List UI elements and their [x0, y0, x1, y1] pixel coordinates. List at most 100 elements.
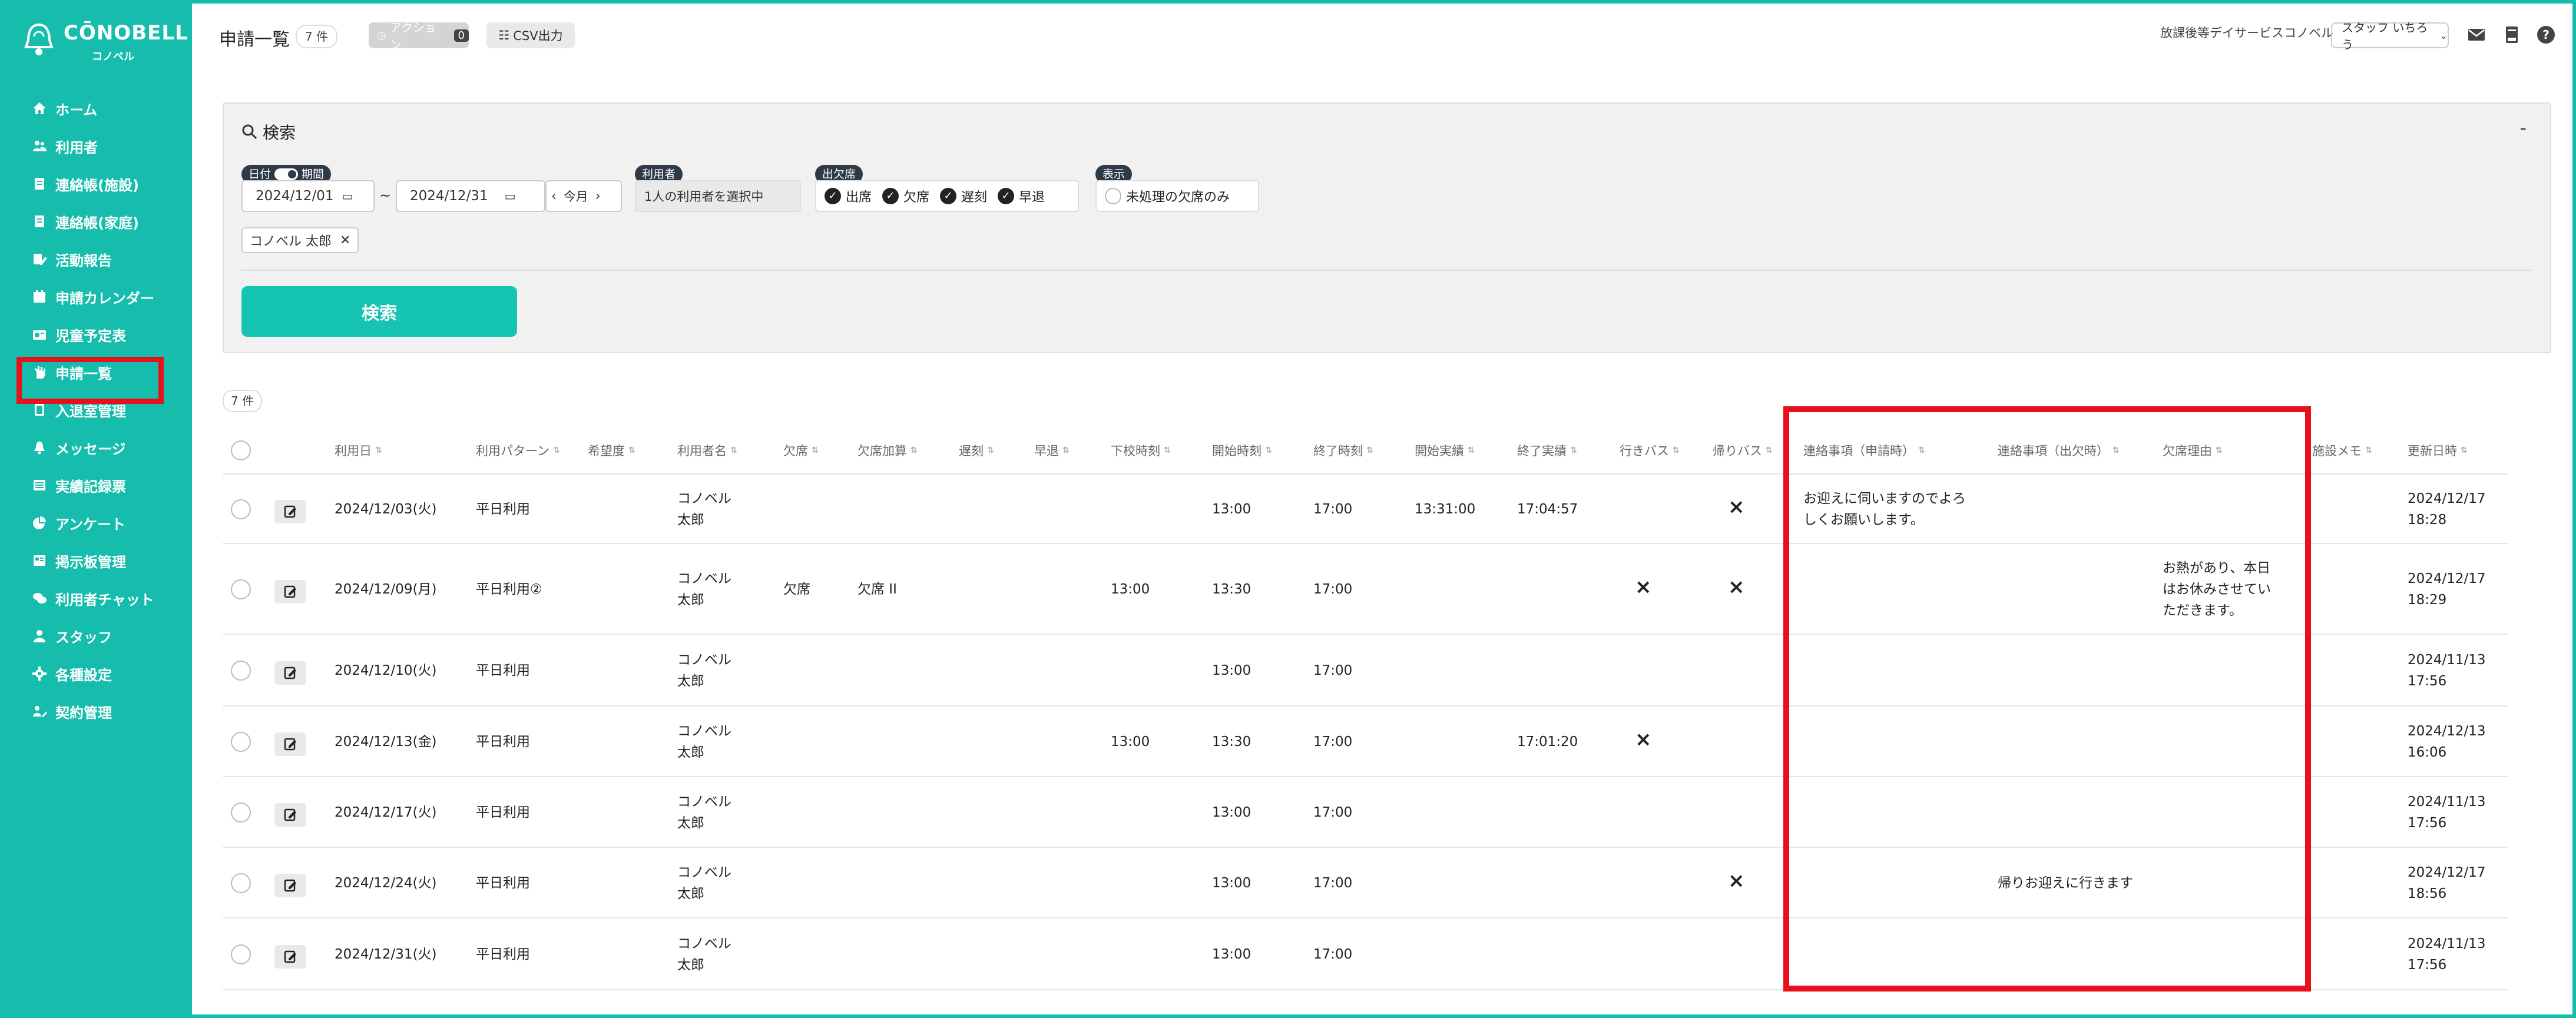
table-row[interactable]: 2024/12/10(火) 平日利用 コノベル 太郎 13:00 17:00 2024/1… [223, 634, 2508, 707]
sort-icon: ⇅ [552, 446, 560, 455]
row-checkbox[interactable] [231, 661, 251, 681]
table-row[interactable]: 2024/12/31(火) 平日利用 コノベル 太郎 13:00 17:00 2024/1… [223, 917, 2508, 990]
sidebar-item-6[interactable]: 申請カレンダー [31, 285, 184, 309]
table-row[interactable]: 2024/12/17(火) 平日利用 コノベル 太郎 13:00 17:00 2024/1… [223, 776, 2508, 848]
column-header-absent-add[interactable]: 欠席加算 ⇅ [857, 430, 918, 471]
column-header-early[interactable]: 早退 ⇅ [1034, 430, 1070, 471]
column-header-updated[interactable]: 更新日時 ⇅ [2408, 430, 2468, 471]
sidebar-item-17[interactable]: 契約管理 [31, 699, 184, 723]
user-select[interactable]: 1人の利用者を選択中 [635, 180, 801, 212]
display-option-label: 未処理の欠席のみ [1126, 190, 1230, 205]
cell-start: 13:00 [1212, 947, 1251, 962]
cell-updated: 2024/12/17 18:28 [2408, 491, 2486, 528]
sidebar-item-13[interactable]: 掲示板管理 [31, 549, 184, 572]
sidebar-item-10[interactable]: メッセージ [31, 436, 184, 459]
sidebar-item-label: 児童予定表 [55, 327, 126, 344]
edit-button[interactable] [274, 874, 306, 897]
select-all-checkbox[interactable] [231, 440, 251, 460]
collapse-button[interactable]: - [2519, 117, 2527, 139]
sidebar-item-12[interactable]: アンケート [31, 511, 184, 535]
column-header-end-actual[interactable]: 終了実績 ⇅ [1517, 430, 1577, 471]
cell-user: コノベル 太郎 [677, 724, 731, 760]
column-header-end[interactable]: 終了時刻 ⇅ [1313, 430, 1373, 471]
row-checkbox[interactable] [231, 873, 251, 893]
attendance-checkbox-4[interactable]: ✓ 早退 [998, 187, 1045, 205]
cell-start: 13:30 [1212, 582, 1251, 597]
table-row[interactable]: 2024/12/13(金) 平日利用 コノベル 太郎 13:00 13:30 17:00 1… [223, 705, 2508, 777]
column-header-start-actual[interactable]: 開始実績 ⇅ [1415, 430, 1475, 471]
sidebar-item-11[interactable]: 実績記録票 [31, 473, 184, 497]
attendance-checkbox-3[interactable]: ✓ 遅刻 [940, 187, 987, 205]
column-header-note-apply[interactable]: 連絡事項（申請時） ⇅ [1803, 430, 1925, 471]
cell-end: 17:00 [1313, 582, 1353, 597]
column-header-date[interactable]: 利用日 ⇅ [335, 430, 382, 471]
date-from-input[interactable]: 2024/12/01 ▭ [241, 180, 375, 212]
display-option[interactable]: 未処理の欠席のみ [1095, 180, 1259, 212]
cell-absent-reason: お熱があり、本日はお休みさせていただきます。 [2163, 561, 2271, 618]
edit-button[interactable] [274, 803, 306, 827]
row-checkbox[interactable] [231, 944, 251, 964]
prev-month-button[interactable]: ‹ [551, 189, 557, 204]
date-to-input[interactable]: 2024/12/31 ▭ [396, 180, 545, 212]
mail-icon[interactable] [2466, 25, 2486, 45]
column-header-bus-back[interactable]: 帰りバス ⇅ [1713, 430, 1773, 471]
divider [241, 270, 2532, 271]
column-header-absent[interactable]: 欠席 ⇅ [783, 430, 819, 471]
cell-note-attend: 帰りお迎えに行きます [1998, 876, 2133, 891]
column-header-memo[interactable]: 施設メモ ⇅ [2312, 430, 2372, 471]
edit-button[interactable] [274, 500, 306, 523]
sidebar-item-15[interactable]: スタッフ [31, 624, 184, 648]
sidebar-item-4[interactable]: 連絡帳(家庭) [31, 210, 184, 233]
table-row[interactable]: 2024/12/24(火) 平日利用 コノベル 太郎 13:00 17:00 帰りお迎えに… [223, 847, 2508, 918]
date-period-toggle[interactable] [274, 168, 299, 180]
sidebar-item-5[interactable]: 活動報告 [31, 247, 184, 271]
staff-select[interactable]: スタッフ いちろう ⌄ [2331, 21, 2449, 52]
column-header-user[interactable]: 利用者名 ⇅ [677, 430, 737, 471]
this-month-button[interactable]: 今月 [564, 187, 588, 205]
row-checkbox[interactable] [231, 579, 251, 599]
help-icon[interactable]: ? [2536, 25, 2556, 45]
cell-pattern: 平日利用 [476, 876, 530, 891]
edit-button[interactable] [274, 580, 306, 603]
column-header-late[interactable]: 遅刻 ⇅ [959, 430, 994, 471]
action-button[interactable]: ◷ アクション 0 [369, 21, 469, 52]
column-header-bus-go[interactable]: 行きバス ⇅ [1620, 430, 1680, 471]
sidebar-item-7[interactable]: 児童予定表 [31, 323, 184, 346]
edit-icon [284, 738, 296, 751]
attendance-option-label: 出席 [846, 190, 872, 205]
notebook-icon [31, 213, 48, 230]
csv-export-button[interactable]: ☷ CSV出力 [486, 22, 575, 48]
sidebar-item-1[interactable]: ホーム [31, 97, 184, 120]
attendance-checkbox-2[interactable]: ✓ 欠席 [882, 187, 929, 205]
edit-button[interactable] [274, 732, 306, 756]
table-row[interactable]: 2024/12/09(月) 平日利用② コノベル 太郎 欠席 欠席 II 13:00 13:… [223, 543, 2508, 635]
book-icon[interactable] [2502, 25, 2522, 45]
sort-icon: ⇅ [1570, 446, 1577, 455]
search-button[interactable]: 検索 [241, 286, 517, 337]
sidebar-item-label: 利用者チャット [55, 591, 154, 608]
column-header-school-out[interactable]: 下校時刻 ⇅ [1111, 430, 1171, 471]
column-header-note-attend[interactable]: 連絡事項（出欠時） ⇅ [1998, 430, 2120, 471]
next-month-button[interactable]: › [595, 189, 601, 204]
table-row[interactable]: 2024/12/03(火) 平日利用 コノベル 太郎 13:00 17:00 13:31:… [223, 473, 2508, 544]
row-checkbox[interactable] [231, 499, 251, 519]
app-logo[interactable]: CŌNOBELL コノベル [22, 19, 188, 65]
edit-button[interactable] [274, 661, 306, 685]
column-header-absent-reason[interactable]: 欠席理由 ⇅ [2163, 430, 2223, 471]
cell-end: 17:00 [1313, 502, 1353, 517]
sidebar-item-2[interactable]: 利用者 [31, 134, 184, 158]
column-header-pattern[interactable]: 利用パターン ⇅ [476, 430, 560, 471]
row-checkbox[interactable] [231, 803, 251, 823]
column-header-label: 欠席 [783, 444, 808, 458]
cell-note-apply: お迎えに伺いますのでよろしくお願いします。 [1803, 491, 1966, 528]
column-header-start[interactable]: 開始時刻 ⇅ [1212, 430, 1272, 471]
attendance-checkbox-1[interactable]: ✓ 出席 [825, 187, 872, 205]
sidebar-item-3[interactable]: 連絡帳(施設) [31, 172, 184, 195]
row-checkbox[interactable] [231, 732, 251, 752]
column-header-preference[interactable]: 希望度 ⇅ [588, 430, 635, 471]
sidebar-item-14[interactable]: 利用者チャット [31, 586, 184, 610]
edit-button[interactable] [274, 945, 306, 969]
sidebar-item-16[interactable]: 各種設定 [31, 662, 184, 685]
remove-tag-icon[interactable]: ✕ [340, 233, 350, 248]
sidebar-item-label: 活動報告 [55, 252, 112, 269]
